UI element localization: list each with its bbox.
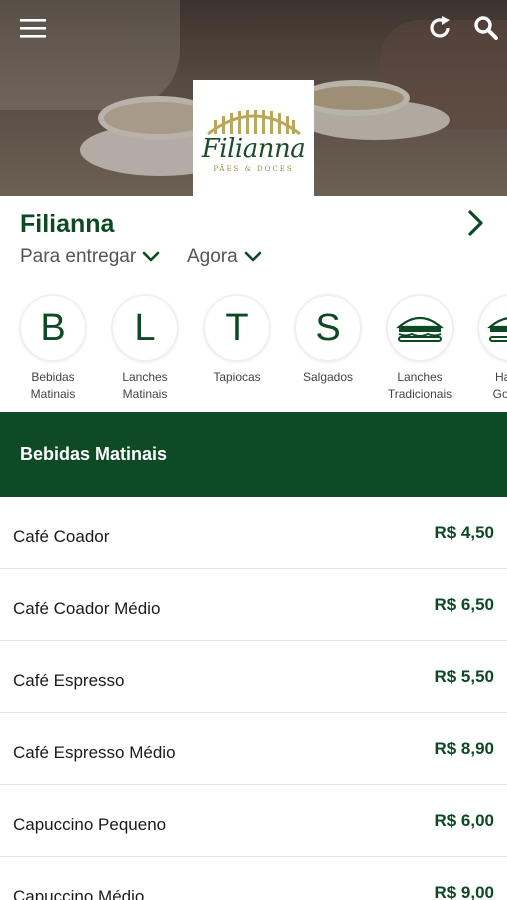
category-carousel[interactable]: B Bebidas Matinais L Lanches Matinais T Ta… xyxy=(0,290,507,408)
item-price: R$ 6,50 xyxy=(434,595,494,614)
menu-item[interactable]: Café Espresso R$ 5,50 xyxy=(0,641,507,713)
menu-item[interactable]: Café Coador R$ 4,50 xyxy=(0,497,507,569)
category-icon: B xyxy=(21,296,85,360)
hero-banner: Filianna PÃES & DOCES xyxy=(0,0,507,196)
chevron-down-icon xyxy=(244,251,262,262)
menu-item-list: Café Coador R$ 4,50 Café Coador Médio R$… xyxy=(0,497,507,900)
refresh-icon[interactable] xyxy=(425,13,455,43)
category-tapiocas[interactable]: T Tapiocas xyxy=(192,296,282,386)
store-name: Filianna xyxy=(20,210,115,238)
item-price: R$ 6,00 xyxy=(434,811,494,830)
menu-item[interactable]: Capuccino Médio R$ 9,00 xyxy=(0,857,507,900)
item-name: Café Espresso xyxy=(13,671,125,690)
category-label: HambGourm xyxy=(492,370,507,401)
menu-item[interactable]: Capuccino Pequeno R$ 6,00 xyxy=(0,785,507,857)
item-name: Café Coador Médio xyxy=(13,599,161,618)
category-bebidas-matinais[interactable]: B Bebidas Matinais xyxy=(8,296,98,403)
category-hamburgueres-gourmet[interactable]: HambGourm xyxy=(466,296,507,403)
category-icon: L xyxy=(113,296,177,360)
category-label: Lanches Tradicionais xyxy=(387,370,453,401)
delivery-mode-label: Para entregar xyxy=(20,246,137,267)
menu-item[interactable]: Café Espresso Médio R$ 8,90 xyxy=(0,713,507,785)
logo-colonnade-icon xyxy=(206,109,301,135)
logo-wordmark: Filianna xyxy=(201,133,306,164)
search-icon[interactable] xyxy=(471,13,501,43)
store-logo: Filianna PÃES & DOCES xyxy=(193,80,314,196)
item-price: R$ 9,00 xyxy=(434,883,494,900)
time-label: Agora xyxy=(187,246,238,267)
item-name: Capuccino Pequeno xyxy=(13,815,167,834)
category-label: Bebidas Matinais xyxy=(30,370,76,401)
item-price: R$ 4,50 xyxy=(434,523,494,542)
sandwich-icon xyxy=(479,296,507,360)
category-label: Salgados xyxy=(302,370,354,384)
category-lanches-matinais[interactable]: L Lanches Matinais xyxy=(100,296,190,403)
category-label: Tapiocas xyxy=(213,370,261,384)
category-icon: S xyxy=(296,296,360,360)
item-price: R$ 8,90 xyxy=(434,739,494,758)
logo-tagline: PÃES & DOCES xyxy=(213,164,294,173)
time-selector[interactable]: Agora xyxy=(187,246,262,268)
category-icon: T xyxy=(205,296,269,360)
category-lanches-tradicionais[interactable]: Lanches Tradicionais xyxy=(375,296,465,403)
item-name: Capuccino Médio xyxy=(13,887,145,900)
section-header: Bebidas Matinais xyxy=(0,412,507,497)
chevron-right-icon[interactable] xyxy=(462,208,488,238)
chevron-down-icon xyxy=(142,251,160,262)
item-name: Café Coador xyxy=(13,527,110,546)
menu-icon[interactable] xyxy=(18,13,48,43)
sandwich-icon xyxy=(388,296,452,360)
category-salgados[interactable]: S Salgados xyxy=(283,296,373,386)
menu-item[interactable]: Café Coador Médio R$ 6,50 xyxy=(0,569,507,641)
item-price: R$ 5,50 xyxy=(434,667,494,686)
item-name: Café Espresso Médio xyxy=(13,743,176,762)
delivery-mode-selector[interactable]: Para entregar xyxy=(20,246,160,268)
category-label: Lanches Matinais xyxy=(122,370,168,401)
